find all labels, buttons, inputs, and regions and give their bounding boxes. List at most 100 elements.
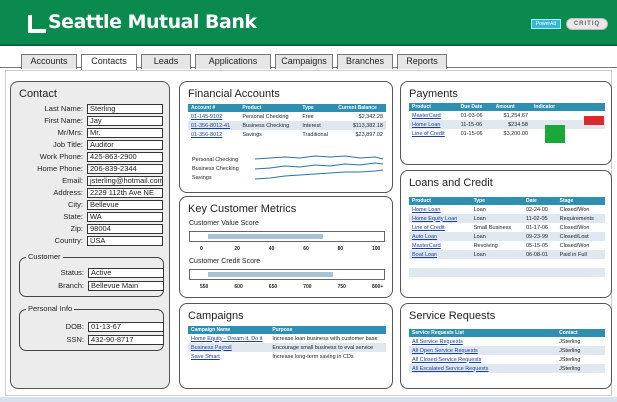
field-input[interactable]: jsterling@hotmail.com	[87, 176, 163, 186]
loan-link[interactable]: Auto Loan	[412, 234, 437, 240]
table-row[interactable]: Line of Credit Small Business 01-17-06 Clos…	[409, 223, 605, 232]
col-due-date[interactable]: Due Date	[457, 103, 493, 111]
col-indicator[interactable]: Indicator	[531, 103, 605, 111]
col-balance[interactable]: Current Balance	[335, 104, 386, 112]
table-row[interactable]: Home Loan 11-15-06 $234.58	[409, 120, 605, 129]
loans-panel: Loans and Credit Product Type Date Stage…	[400, 170, 612, 298]
field-label: Mr/Mrs:	[57, 128, 83, 137]
campaign-link[interactable]: Home Equity - Dream it, Do it	[191, 336, 263, 342]
tab-branches[interactable]: Branches	[337, 54, 393, 69]
table-row[interactable]: 01-356-8012-41 Business Checking Interes…	[188, 121, 386, 130]
table-row[interactable]: 01-145-9102 Personal Checking Free $2,34…	[188, 112, 386, 121]
table-row[interactable]: MasterCard Revolving 05-15-05 Closed/Won	[409, 241, 605, 250]
tick-label: 800+	[372, 284, 384, 290]
field-input[interactable]: Mr.	[87, 128, 163, 138]
col-requests-list[interactable]: Service Requests List	[409, 329, 557, 337]
col-product[interactable]: Product	[409, 103, 458, 111]
service-link[interactable]: All Closed Service Requests	[412, 357, 481, 363]
field-input[interactable]: 98004	[87, 224, 163, 234]
table-row[interactable]: Boat Loan Loan 06-08-01 Paid in Full	[409, 250, 605, 259]
table-row[interactable]: Line of Credit 01-15-06 $3,200.00	[409, 129, 605, 138]
field-input[interactable]: 206-839-2344	[87, 164, 163, 174]
payment-link[interactable]: MasterCard	[412, 113, 441, 119]
table-row[interactable]: All Service Requests JSterling	[409, 337, 605, 346]
col-product[interactable]: Product	[409, 197, 471, 205]
dob-field[interactable]: 01-13-67	[88, 322, 164, 332]
service-link[interactable]: All Open Service Requests	[412, 348, 478, 354]
col-product[interactable]: Product	[239, 104, 300, 112]
col-date[interactable]: Date	[522, 197, 557, 205]
metrics-title: Key Customer Metrics	[188, 203, 297, 215]
service-link[interactable]: All Escalated Service Requests	[412, 366, 488, 372]
contact-field-row: Last Name: Sterling	[11, 104, 163, 114]
table-row[interactable]: Home Equity - Dream it, Do it Increase l…	[188, 334, 386, 343]
financial-accounts-panel: Financial Accounts Account # Product Typ…	[179, 81, 393, 193]
field-input[interactable]: USA	[87, 236, 163, 246]
loan-link[interactable]: Line of Credit	[412, 225, 445, 231]
col-contact[interactable]: Contact	[556, 329, 605, 337]
branch-row: Branch: Bellevue Main	[12, 281, 164, 291]
col-amount[interactable]: Amount	[492, 103, 531, 111]
table-row[interactable]: All Closed Service Requests JSterling	[409, 355, 605, 364]
empty-row	[409, 268, 605, 277]
payment-link[interactable]: Line of Credit	[412, 131, 445, 137]
service-requests-panel: Service Requests Service Requests List C…	[400, 303, 612, 389]
sparkline-business	[255, 162, 383, 170]
field-input[interactable]: Jay	[87, 116, 163, 126]
tab-accounts[interactable]: Accounts	[21, 54, 77, 69]
status-field[interactable]: Active	[88, 268, 164, 278]
loan-link[interactable]: MasterCard	[412, 243, 441, 249]
col-stage[interactable]: Stage	[556, 197, 605, 205]
tab-leads[interactable]: Leads	[141, 54, 191, 69]
table-row[interactable]: All Escalated Service Requests JSterling	[409, 364, 605, 373]
contact-field-row: Home Phone: 206-839-2344	[11, 164, 163, 174]
tab-campaigns[interactable]: Campaigns	[275, 54, 333, 69]
table-row[interactable]: Business Payroll Encourage small busines…	[188, 343, 386, 352]
account-link[interactable]: 01-145-9102	[191, 114, 222, 120]
tab-applications[interactable]: Applications	[195, 54, 271, 69]
col-type[interactable]: Type	[470, 197, 523, 205]
app-header: Seattle Mutual Bank PowerAd CRITIQ	[0, 0, 617, 46]
payments-title: Payments	[409, 88, 458, 100]
empty-row	[409, 259, 605, 268]
field-label: Zip:	[70, 224, 83, 233]
tab-contacts[interactable]: Contacts	[81, 54, 137, 70]
service-link[interactable]: All Service Requests	[412, 339, 463, 345]
loan-link[interactable]: Home Equity Loan	[412, 216, 457, 222]
sparkline-personal	[255, 155, 383, 160]
field-label: City:	[68, 200, 83, 209]
tick-label: 700	[303, 284, 312, 290]
account-link[interactable]: 01-356-8012	[191, 132, 222, 138]
field-input[interactable]: 425-863-2900	[87, 152, 163, 162]
contact-title: Contact	[19, 88, 57, 100]
col-type[interactable]: Type	[299, 104, 336, 112]
field-input[interactable]: Auditor	[87, 140, 163, 150]
table-row[interactable]: Auto Loan Loan 09-23-99 Closed/Lost	[409, 232, 605, 241]
col-account[interactable]: Account #	[188, 104, 240, 112]
field-input[interactable]: Bellevue	[87, 200, 163, 210]
loan-link[interactable]: Home Loan	[412, 207, 440, 213]
ssn-field[interactable]: 432-90-8717	[88, 335, 164, 345]
col-purpose[interactable]: Purpose	[269, 326, 386, 334]
service-title: Service Requests	[409, 310, 496, 322]
campaign-link[interactable]: Save Smart	[191, 354, 220, 360]
table-row[interactable]: Home Equity Loan Loan 11-02-05 Requirements	[409, 214, 605, 223]
cell: 01-15-06	[460, 130, 483, 137]
table-row[interactable]: Home Loan Loan 02-24-00 Closed/Won	[409, 205, 605, 214]
branch-field[interactable]: Bellevue Main	[88, 281, 164, 291]
dob-row: DOB: 01-13-67	[12, 322, 164, 332]
loan-link[interactable]: Boat Loan	[412, 252, 437, 258]
field-input[interactable]: 2229 112th Ave NE	[87, 188, 163, 198]
table-row[interactable]: 01-356-8012 Savings Traditional $23,897.…	[188, 130, 386, 139]
payment-link[interactable]: Home Loan	[412, 122, 440, 128]
col-campaign-name[interactable]: Campaign Name	[188, 326, 270, 334]
tab-reports[interactable]: Reports	[397, 54, 447, 69]
campaign-link[interactable]: Business Payroll	[191, 345, 232, 351]
table-row[interactable]: MasterCard 01-03-06 $1,254.67	[409, 111, 605, 120]
tick-label: 600	[234, 284, 243, 290]
account-link[interactable]: 01-356-8012-41	[191, 123, 230, 129]
table-row[interactable]: Save Smart Increase long-term saving in …	[188, 352, 386, 361]
field-input[interactable]: WA	[87, 212, 163, 222]
table-row[interactable]: All Open Service Requests JSterling	[409, 346, 605, 355]
field-input[interactable]: Sterling	[87, 104, 163, 114]
